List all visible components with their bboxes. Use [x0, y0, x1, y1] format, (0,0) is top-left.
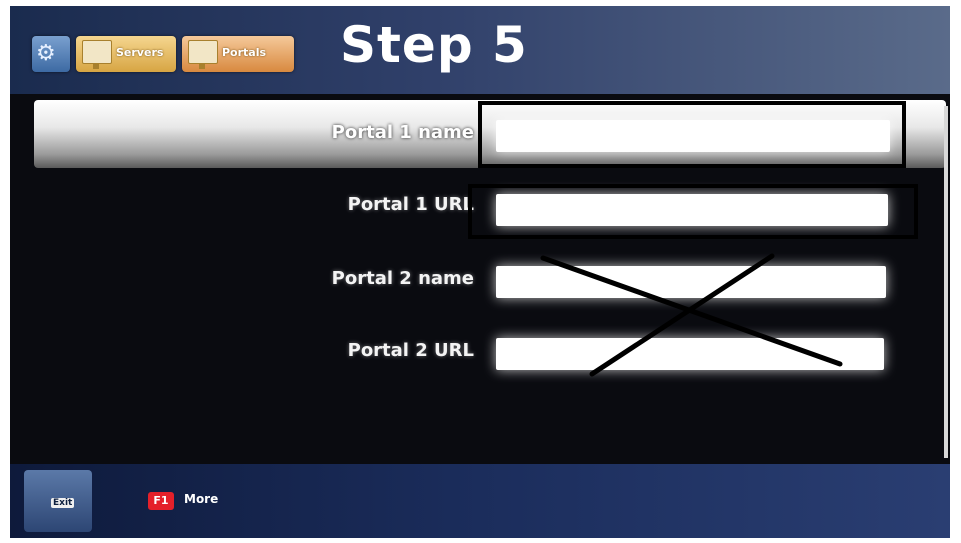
annotation-cross-mark [540, 253, 843, 377]
cross-stroke-2 [589, 253, 775, 377]
